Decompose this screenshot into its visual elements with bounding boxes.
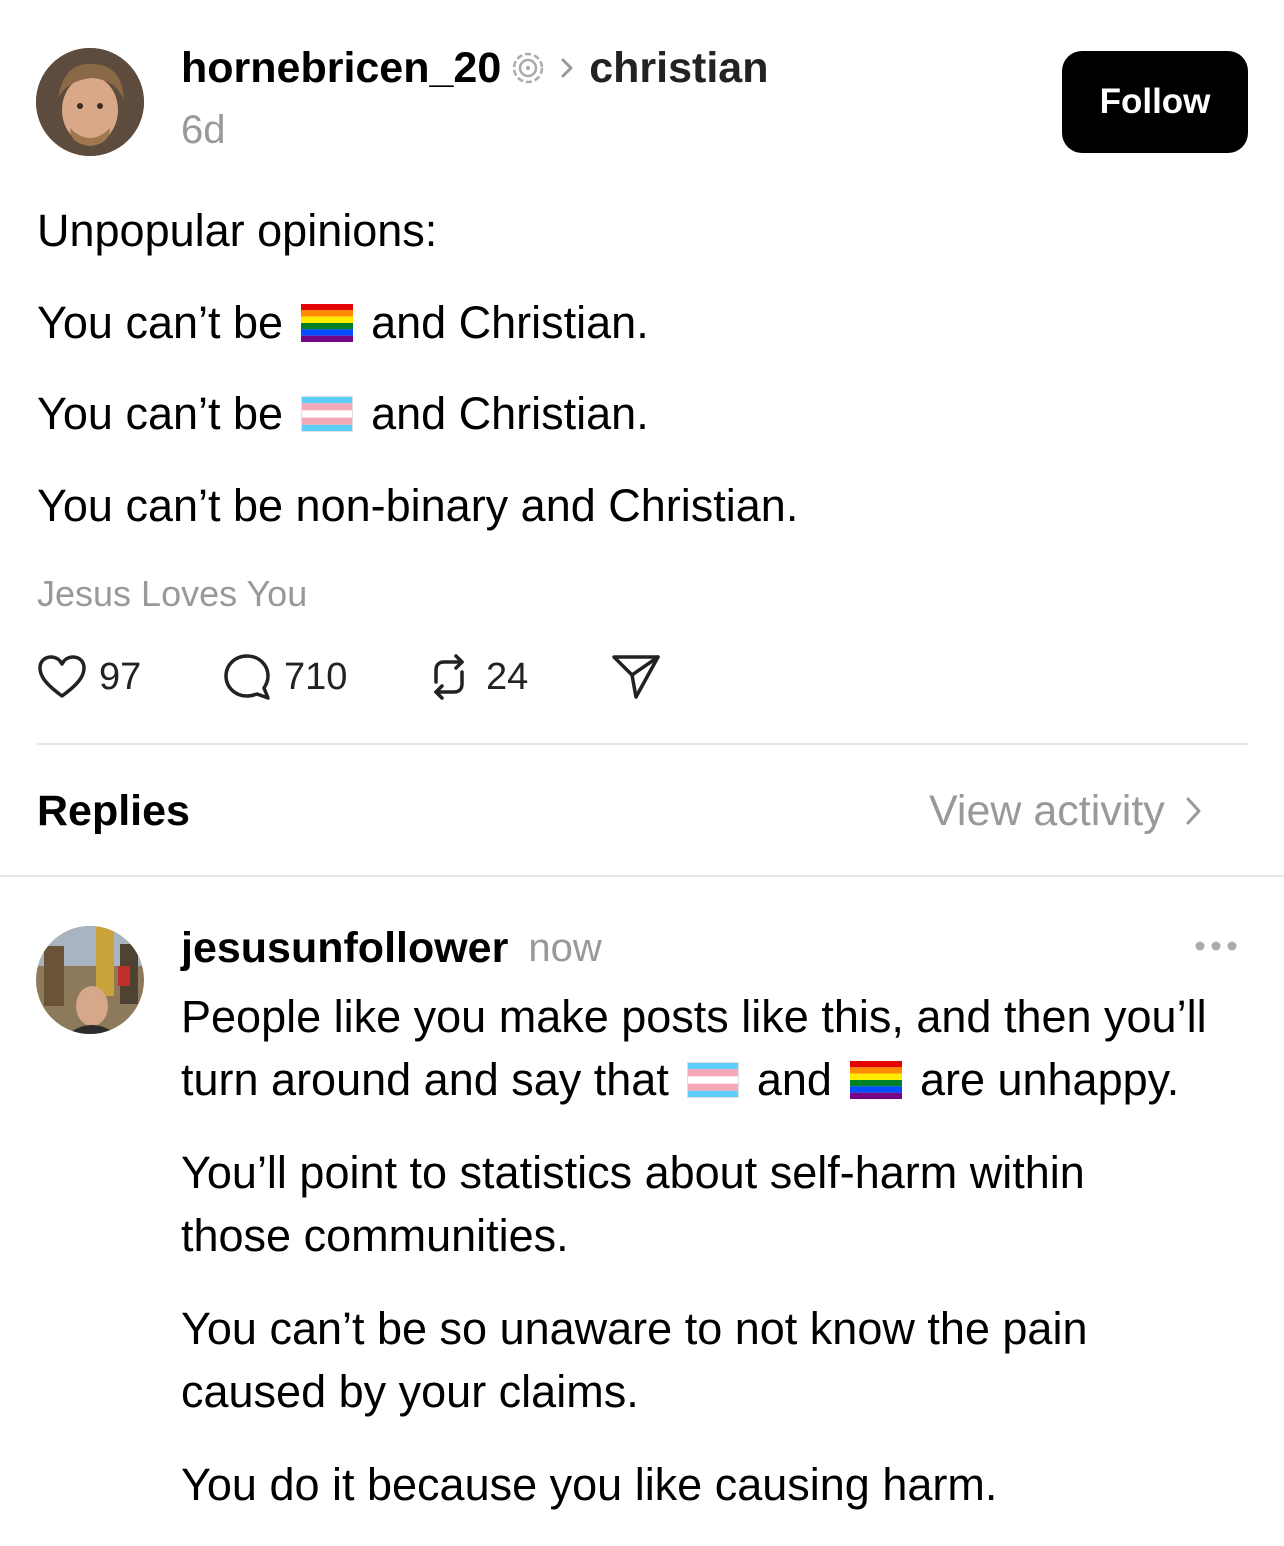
post-line-2-pre: You can’t be [37, 388, 284, 439]
author-username[interactable]: hornebricen_20 [181, 44, 501, 93]
verified-badge-icon [511, 51, 545, 85]
heart-icon [38, 655, 86, 698]
reply-body: People like you make posts like this, an… [181, 985, 1251, 1546]
rainbow-flag-icon [849, 1060, 902, 1099]
reply-paragraph-1: People like you make posts like this, an… [181, 985, 1251, 1111]
comment-action[interactable]: 710 [222, 651, 347, 703]
comment-icon [224, 654, 270, 700]
view-activity-label: View activity [929, 786, 1165, 835]
author-line: hornebricen_20 christian [181, 40, 768, 96]
reply-username[interactable]: jesusunfollower [181, 924, 508, 973]
view-activity-link[interactable]: View activity [929, 786, 1205, 836]
comment-count: 710 [284, 655, 348, 698]
post-line-3: You can’t be non-binary and Christian. [37, 480, 799, 531]
post-signature: Jesus Loves You [37, 573, 308, 614]
reply-line-2: turn around and say that and are unhappy… [181, 1048, 1179, 1111]
more-icon[interactable] [1192, 930, 1240, 962]
post-heading: Unpopular opinions: [37, 205, 438, 256]
transgender-flag-icon [301, 396, 354, 432]
reply-paragraph-4: You do it because you like causing harm. [181, 1459, 998, 1510]
replies-divider [0, 875, 1284, 877]
post-line-2-post: and Christian. [371, 388, 649, 439]
transgender-flag-icon [686, 1061, 739, 1098]
post-line-2: You can’t be and Christian. [37, 388, 649, 440]
replies-title: Replies [37, 787, 190, 835]
post-line-1-post: and Christian. [371, 297, 649, 348]
reply-paragraph-3: You can’t be so unaware to not know the … [181, 1303, 1088, 1417]
repost-count: 24 [486, 655, 529, 698]
chevron-right-icon [555, 53, 579, 83]
reply-line-2-pre: turn around and say that [181, 1054, 669, 1105]
repost-icon [434, 654, 464, 700]
post-line-1-pre: You can’t be [37, 297, 284, 348]
reply-paragraph-2: You’ll point to statistics about self-ha… [181, 1147, 1085, 1261]
like-count: 97 [99, 655, 142, 698]
post-divider [37, 743, 1248, 745]
reply-author-line: jesusunfollower now [181, 920, 602, 976]
author-avatar[interactable] [36, 48, 144, 156]
post-line-1: You can’t be and Christian. [37, 297, 649, 349]
repost-action[interactable]: 24 [424, 651, 528, 703]
reply-line-2-mid: and [756, 1054, 832, 1105]
reply-line-2-post: are unhappy. [919, 1054, 1180, 1105]
reply-line-1: People like you make posts like this, an… [181, 991, 1207, 1042]
post-time: 6d [181, 108, 226, 152]
topic-tag[interactable]: christian [589, 44, 768, 93]
share-icon [612, 655, 660, 699]
reply-avatar[interactable] [36, 926, 144, 1034]
chevron-right-icon [1186, 797, 1201, 825]
reply-time: now [528, 925, 602, 970]
follow-button[interactable]: Follow [1062, 51, 1248, 153]
rainbow-flag-icon [301, 304, 354, 342]
share-action[interactable] [610, 651, 662, 703]
like-action[interactable]: 97 [37, 651, 141, 703]
